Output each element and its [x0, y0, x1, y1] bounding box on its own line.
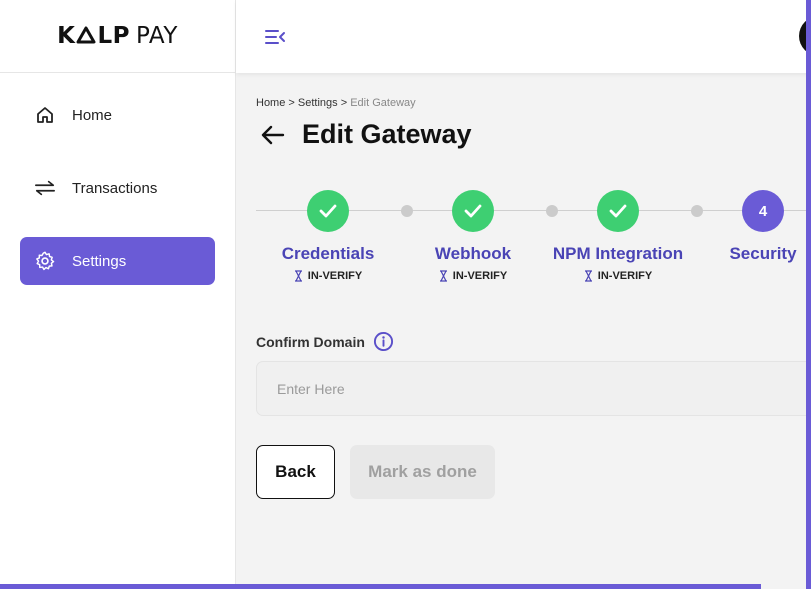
hourglass-icon — [439, 270, 447, 282]
step-status: IN-VERIFY — [248, 270, 408, 282]
sidebar-item-label: Transactions — [72, 179, 158, 197]
sidebar-nav: Home Transactions Settings — [0, 73, 235, 285]
transfer-arrows-icon — [34, 177, 56, 199]
step-status-text: IN-VERIFY — [597, 270, 653, 282]
checkmark-icon — [464, 204, 482, 218]
breadcrumb-current: Edit Gateway — [350, 97, 416, 109]
step-complete-badge — [597, 190, 639, 232]
step-credentials[interactable]: Credentials IN-VERIFY — [248, 190, 408, 282]
step-status: IN-VERIFY — [538, 270, 698, 282]
step-label: Credentials — [281, 244, 375, 263]
gear-icon — [34, 250, 56, 272]
sidebar-item-home[interactable]: Home — [20, 91, 215, 139]
step-status: IN-VERIFY — [393, 270, 553, 282]
logo-letters-lp: LP — [97, 23, 130, 49]
bottom-edge-accent — [0, 584, 761, 589]
step-security[interactable]: 4 Security — [683, 190, 811, 264]
home-icon — [34, 104, 56, 126]
logo-area: K LP PAY — [0, 0, 235, 73]
step-npm-integration[interactable]: NPM Integration IN-VERIFY — [538, 190, 698, 282]
mark-as-done-button[interactable]: Mark as done — [350, 445, 495, 499]
logo-mark-icon — [76, 26, 96, 44]
checkmark-icon — [319, 204, 337, 218]
breadcrumb-home[interactable]: Home — [256, 97, 285, 109]
step-label: NPM Integration — [552, 244, 684, 263]
step-label: Webhook — [434, 244, 512, 263]
step-complete-badge — [452, 190, 494, 232]
logo-text-pay: PAY — [135, 23, 178, 49]
app-logo[interactable]: K LP PAY — [57, 23, 178, 49]
sidebar: K LP PAY Home Transactions Settings — [0, 0, 236, 589]
step-status-text: IN-VERIFY — [452, 270, 508, 282]
sidebar-item-label: Settings — [72, 252, 127, 270]
main-content: Home > Settings > Edit Gateway Edit Gate… — [236, 73, 811, 584]
sidebar-item-label: Home — [72, 106, 113, 124]
sidebar-item-settings[interactable]: Settings — [20, 237, 215, 285]
step-webhook[interactable]: Webhook IN-VERIFY — [393, 190, 553, 282]
hourglass-icon — [584, 270, 592, 282]
collapse-menu-icon[interactable] — [264, 26, 286, 48]
breadcrumb-separator: > — [288, 97, 295, 109]
checkmark-icon — [609, 204, 627, 218]
breadcrumb: Home > Settings > Edit Gateway — [256, 97, 416, 109]
progress-stepper: Credentials IN-VERIFY Webhook IN-VERIFY … — [256, 190, 811, 290]
field-label-text: Confirm Domain — [256, 333, 365, 350]
step-complete-badge — [307, 190, 349, 232]
step-number-badge: 4 — [742, 190, 784, 232]
logo-letter-k: K — [57, 23, 76, 49]
breadcrumb-separator: > — [340, 97, 348, 109]
right-edge-accent — [806, 0, 811, 589]
info-icon[interactable] — [373, 331, 394, 352]
top-bar — [236, 0, 811, 73]
page-title: Edit Gateway — [302, 119, 472, 149]
title-row: Edit Gateway — [260, 119, 472, 150]
confirm-domain-label: Confirm Domain — [256, 331, 394, 352]
back-arrow-icon[interactable] — [260, 122, 286, 148]
step-status-text: IN-VERIFY — [307, 270, 363, 282]
breadcrumb-settings[interactable]: Settings — [298, 97, 338, 109]
hourglass-icon — [294, 270, 302, 282]
confirm-domain-input[interactable] — [256, 361, 811, 416]
step-label: Security — [729, 244, 797, 263]
back-button[interactable]: Back — [256, 445, 335, 499]
sidebar-item-transactions[interactable]: Transactions — [20, 164, 215, 212]
